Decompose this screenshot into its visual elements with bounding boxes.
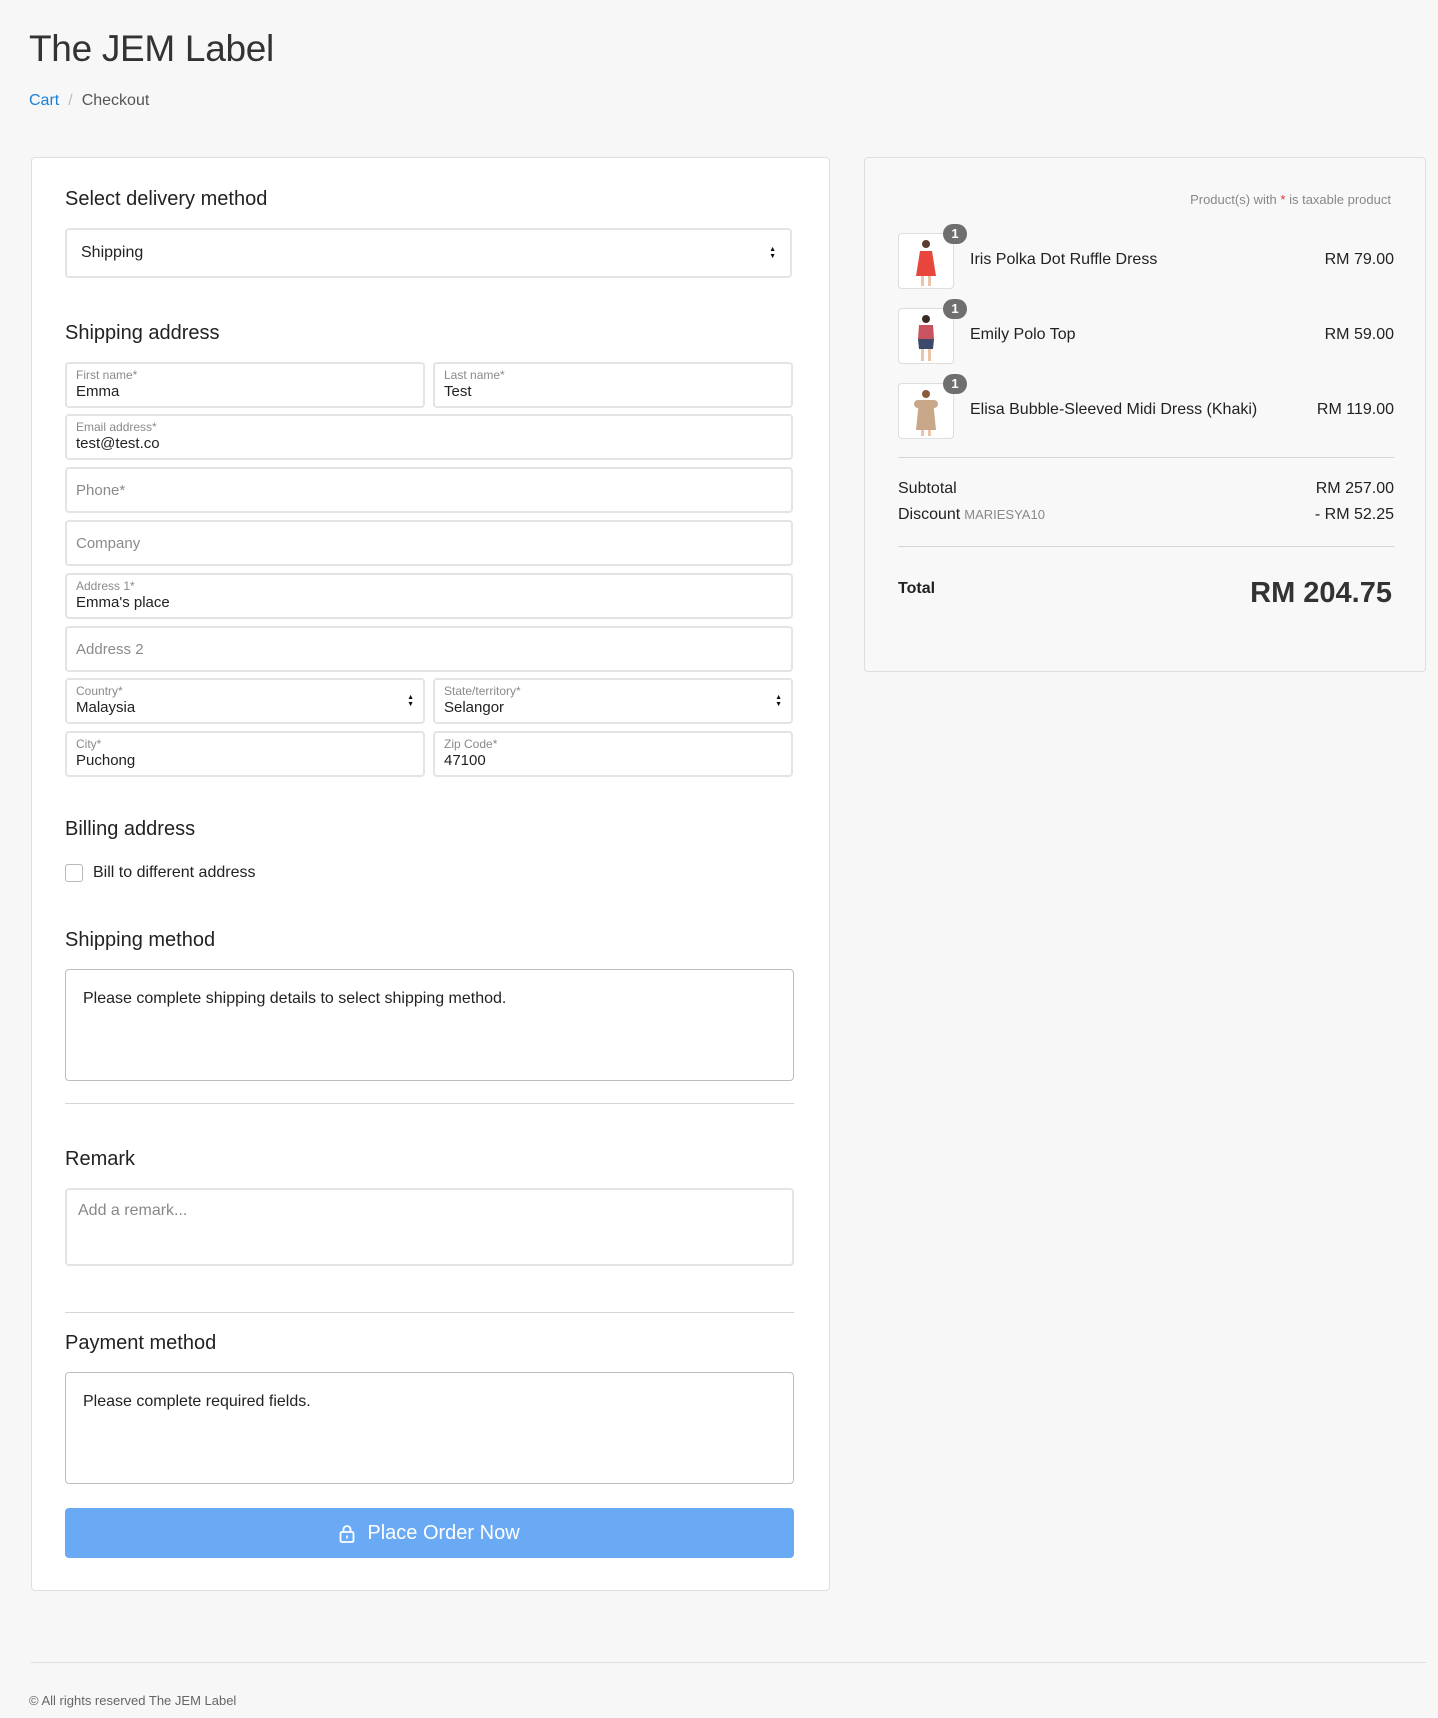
address1-label: Address 1* xyxy=(76,579,135,593)
city-label: City* xyxy=(76,737,102,751)
discount-code: MARIESYA10 xyxy=(964,507,1045,522)
country-select[interactable]: Country* Malaysia ▲ ▼ xyxy=(65,678,425,724)
item-name: Emily Polo Top xyxy=(970,326,1076,343)
billing-address-heading: Billing address xyxy=(65,818,196,840)
first-name-field[interactable]: First name* Emma xyxy=(65,362,425,408)
breadcrumb-current: Checkout xyxy=(81,92,150,109)
phone-placeholder: Phone* xyxy=(76,481,126,499)
shipping-method-box: Please complete shipping details to sele… xyxy=(65,969,794,1081)
item-name: Iris Polka Dot Ruffle Dress xyxy=(970,251,1158,268)
discount-row: Discount MARIESYA10 - RM 52.25 xyxy=(898,506,1394,524)
cart-item: 1 Elisa Bubble-Sleeved Midi Dress (Khaki… xyxy=(898,374,1394,439)
item-price: RM 79.00 xyxy=(1324,251,1394,268)
subtotal-row: Subtotal RM 257.00 xyxy=(898,480,1394,498)
last-name-value: Test xyxy=(444,383,472,400)
order-summary-panel: Product(s) with * is taxable product 1 I… xyxy=(864,157,1426,672)
country-label: Country* xyxy=(76,684,123,698)
product-thumbnail: 1 xyxy=(898,374,967,439)
select-arrows-icon: ▲ ▼ xyxy=(407,694,414,708)
state-value: Selangor xyxy=(444,699,505,716)
product-image xyxy=(918,315,934,361)
bill-different-address-option[interactable]: Bill to different address xyxy=(65,864,255,882)
address2-placeholder: Address 2 xyxy=(76,640,144,658)
delivery-method-select[interactable]: Shipping ▲ ▼ xyxy=(65,228,792,278)
breadcrumb-cart-link[interactable]: Cart xyxy=(29,92,59,110)
first-name-label: First name* xyxy=(76,368,138,382)
quantity-badge: 1 xyxy=(943,224,967,244)
remark-heading: Remark xyxy=(65,1148,136,1170)
breadcrumb-separator: / xyxy=(68,92,73,109)
taxable-note-suffix: is taxable product xyxy=(1289,192,1391,207)
cart-item: 1 Iris Polka Dot Ruffle Dress RM 79.00 xyxy=(898,224,1394,289)
remark-placeholder: Add a remark... xyxy=(78,1202,188,1219)
payment-method-message: Please complete required fields. xyxy=(83,1393,311,1410)
subtotal-label: Subtotal xyxy=(898,480,957,497)
email-label: Email address* xyxy=(76,420,157,434)
payment-method-heading: Payment method xyxy=(65,1332,217,1354)
first-name-value: Emma xyxy=(76,383,120,400)
address2-field[interactable]: Address 2 xyxy=(65,626,793,672)
city-value: Puchong xyxy=(76,752,136,769)
breadcrumb: Cart / Checkout xyxy=(29,92,149,110)
zip-field[interactable]: Zip Code* 47100 xyxy=(433,731,793,777)
shipping-address-heading: Shipping address xyxy=(65,322,220,344)
email-value: test@test.co xyxy=(76,435,160,452)
subtotal-value: RM 257.00 xyxy=(1315,480,1394,497)
item-price: RM 59.00 xyxy=(1324,326,1394,343)
item-name: Elisa Bubble-Sleeved Midi Dress (Khaki) xyxy=(970,401,1258,418)
company-field[interactable]: Company xyxy=(65,520,793,566)
total-value: RM 204.75 xyxy=(1250,577,1392,609)
last-name-field[interactable]: Last name* Test xyxy=(433,362,793,408)
lock-icon xyxy=(339,1524,355,1543)
shipping-method-message: Please complete shipping details to sele… xyxy=(83,990,507,1007)
state-label: State/territory* xyxy=(444,684,521,698)
place-order-label: Place Order Now xyxy=(367,1521,520,1544)
cart-item: 1 Emily Polo Top RM 59.00 xyxy=(898,299,1394,364)
section-divider xyxy=(65,1312,794,1313)
select-arrows-icon: ▲ ▼ xyxy=(769,246,776,260)
remark-input[interactable]: Add a remark... xyxy=(65,1188,794,1266)
city-field[interactable]: City* Puchong xyxy=(65,731,425,777)
checkout-form-panel: Select delivery method Shipping ▲ ▼ Shipp… xyxy=(31,157,830,1591)
delivery-method-heading: Select delivery method xyxy=(65,188,268,210)
summary-divider xyxy=(898,546,1394,547)
quantity-badge: 1 xyxy=(943,299,967,319)
place-order-button[interactable]: Place Order Now xyxy=(65,1508,794,1558)
product-image xyxy=(914,390,938,436)
taxable-note-prefix: Product(s) with xyxy=(1190,192,1277,207)
zip-label: Zip Code* xyxy=(444,737,498,751)
item-price: RM 119.00 xyxy=(1316,401,1394,418)
zip-value: 47100 xyxy=(444,752,486,769)
country-value: Malaysia xyxy=(76,699,136,716)
email-field[interactable]: Email address* test@test.co xyxy=(65,414,793,460)
taxable-note: Product(s) with * is taxable product xyxy=(1190,192,1391,207)
footer-divider xyxy=(31,1662,1426,1663)
address1-value: Emma's place xyxy=(76,594,170,611)
discount-value: - RM 52.25 xyxy=(1314,506,1394,523)
last-name-label: Last name* xyxy=(444,368,505,382)
select-arrows-icon: ▲ ▼ xyxy=(775,694,782,708)
store-title: The JEM Label xyxy=(29,28,274,69)
bill-different-address-label: Bill to different address xyxy=(93,864,256,881)
company-placeholder: Company xyxy=(76,534,141,552)
product-thumbnail: 1 xyxy=(898,224,967,289)
bill-different-address-checkbox[interactable] xyxy=(65,864,83,882)
phone-field[interactable]: Phone* xyxy=(65,467,793,513)
product-thumbnail: 1 xyxy=(898,299,967,364)
taxable-star: * xyxy=(1280,192,1286,207)
delivery-method-value: Shipping xyxy=(81,244,144,261)
total-label: Total xyxy=(898,580,936,597)
state-select[interactable]: State/territory* Selangor ▲ ▼ xyxy=(433,678,793,724)
product-image xyxy=(916,240,936,286)
quantity-badge: 1 xyxy=(943,374,967,394)
discount-label: Discount xyxy=(898,506,961,523)
address1-field[interactable]: Address 1* Emma's place xyxy=(65,573,793,619)
shipping-method-heading: Shipping method xyxy=(65,929,216,951)
payment-method-box: Please complete required fields. xyxy=(65,1372,794,1484)
section-divider xyxy=(65,1103,794,1104)
footer-copyright: © All rights reserved The JEM Label xyxy=(29,1693,237,1708)
summary-divider xyxy=(898,457,1394,458)
